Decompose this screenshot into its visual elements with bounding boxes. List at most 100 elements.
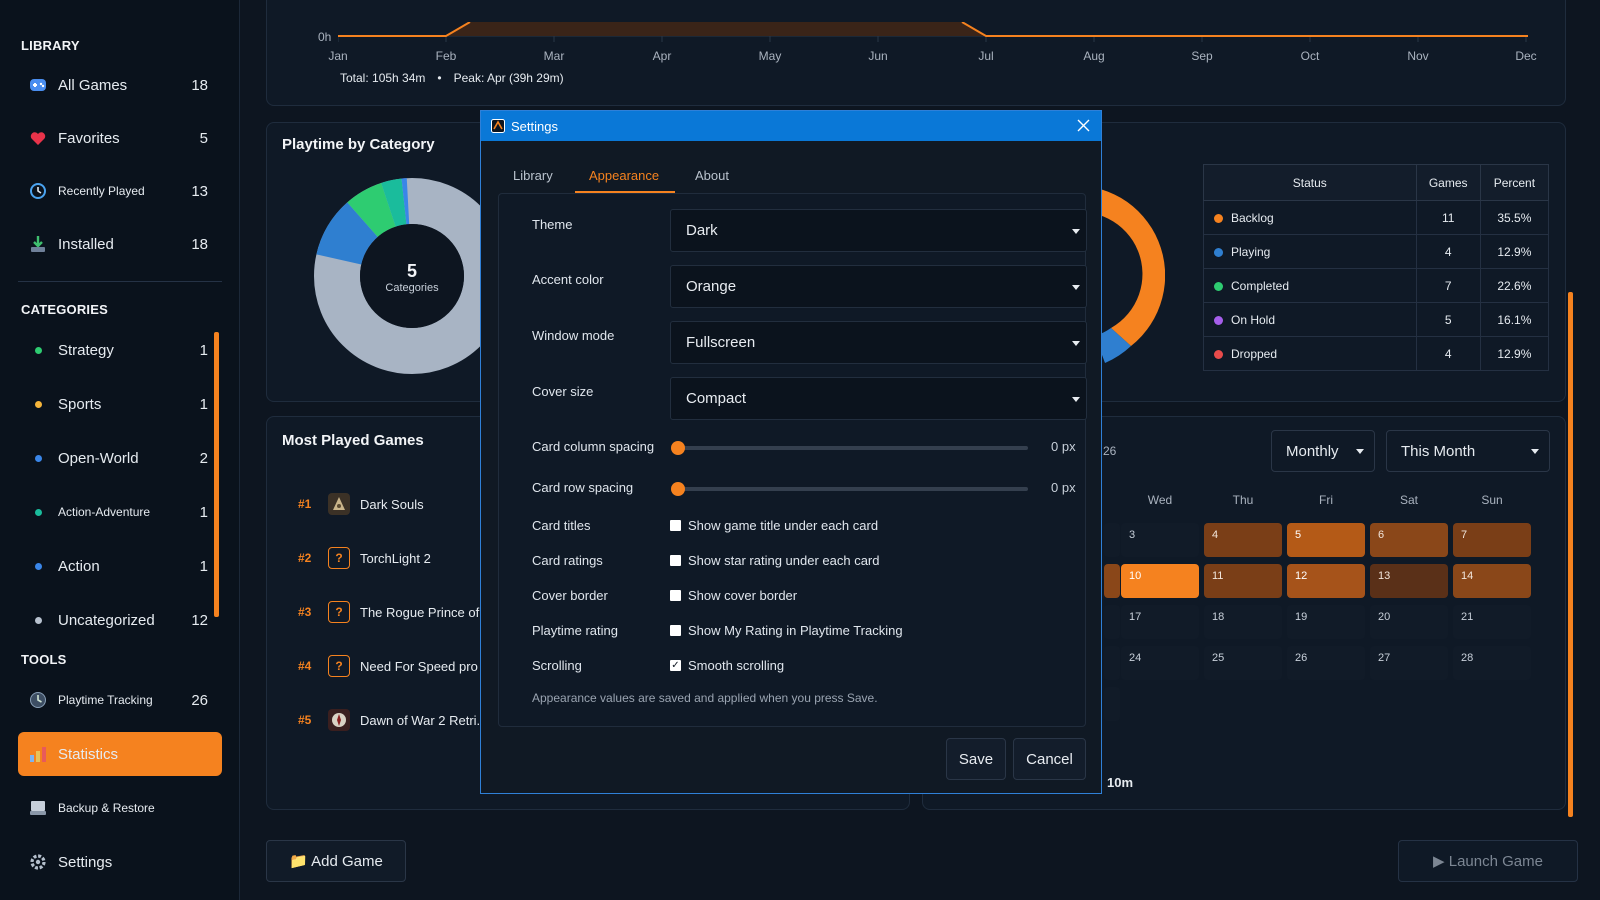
column-header[interactable]: Games <box>1415 164 1481 201</box>
sidebar-item-favorites[interactable]: Favorites 5 <box>18 117 222 159</box>
status-percent: 12.9% <box>1479 234 1550 269</box>
timeline-panel <box>266 0 1566 106</box>
close-icon[interactable] <box>1077 119 1090 132</box>
cover-size-select[interactable]: Compact <box>670 377 1087 420</box>
question-icon: ? <box>328 547 350 569</box>
game-name: The Rogue Prince of <box>360 604 480 620</box>
slider-handle[interactable] <box>671 441 685 455</box>
calendar-day[interactable]: 25 <box>1204 646 1282 680</box>
calendar-day[interactable]: 14 <box>1453 564 1531 598</box>
card-ratings-checkbox[interactable]: Show star rating under each card <box>670 553 880 568</box>
rank-label: #4 <box>298 659 312 673</box>
sidebar-item-action[interactable]: Action 1 <box>18 545 222 587</box>
dialog-titlebar[interactable]: Settings <box>481 111 1101 141</box>
sidebar-item-action-adventure[interactable]: Action-Adventure 1 <box>18 491 222 533</box>
calendar-day[interactable]: 11 <box>1204 564 1282 598</box>
list-item[interactable]: #1 Dark Souls <box>298 490 424 518</box>
timeline-line <box>338 22 1528 42</box>
checkbox-box[interactable]: ✓ <box>670 660 681 671</box>
sidebar-item-settings[interactable]: Settings <box>18 841 222 883</box>
sidebar-item-uncategorized[interactable]: Uncategorized 12 <box>18 599 222 641</box>
period-select[interactable]: Monthly <box>1271 430 1375 472</box>
sidebar-item-all-games[interactable]: All Games 18 <box>18 64 222 106</box>
playtime-rating-checkbox[interactable]: Show My Rating in Playtime Tracking <box>670 623 903 638</box>
calendar-day[interactable]: 28 <box>1453 646 1531 680</box>
calendar-footer-partial: 10m <box>1107 775 1134 790</box>
calendar-cell-partial <box>1104 605 1120 639</box>
status-name: On Hold <box>1231 312 1276 327</box>
sidebar-item-label: Sports <box>58 395 102 413</box>
sidebar-item-recently-played[interactable]: Recently Played 13 <box>18 170 222 212</box>
table-row[interactable]: Backlog 11 35.5% <box>1203 200 1550 235</box>
theme-select[interactable]: Dark <box>670 209 1087 252</box>
card-row-spacing-slider[interactable] <box>678 487 1028 491</box>
calendar-day[interactable]: 24 <box>1121 646 1199 680</box>
calendar-day[interactable]: 5 <box>1287 523 1365 557</box>
checkmark-icon: ✓ <box>671 659 680 671</box>
calendar-day[interactable]: 27 <box>1370 646 1448 680</box>
list-item[interactable]: #5 Dawn of War 2 Retri. <box>298 706 480 734</box>
dialog-title: Settings <box>511 118 558 134</box>
smooth-scrolling-checkbox[interactable]: ✓ Smooth scrolling <box>670 658 784 673</box>
list-item[interactable]: #4 ? Need For Speed pro <box>298 652 478 680</box>
sidebar-item-strategy[interactable]: Strategy 1 <box>18 329 222 371</box>
table-row[interactable]: Completed 7 22.6% <box>1203 268 1550 303</box>
column-header[interactable]: Status <box>1203 164 1417 201</box>
cancel-button[interactable]: Cancel <box>1013 738 1086 780</box>
calendar-day[interactable]: 7 <box>1453 523 1531 557</box>
calendar-day[interactable]: 12 <box>1287 564 1365 598</box>
checkbox-box[interactable] <box>670 555 681 566</box>
calendar-day[interactable]: 13 <box>1370 564 1448 598</box>
cover-border-checkbox[interactable]: Show cover border <box>670 588 797 603</box>
chevron-down-icon <box>1072 397 1080 402</box>
library-heading: LIBRARY <box>21 38 80 53</box>
card-column-spacing-slider[interactable] <box>678 446 1028 450</box>
table-row[interactable]: Playing 4 12.9% <box>1203 234 1550 269</box>
calendar-day[interactable]: 6 <box>1370 523 1448 557</box>
list-item[interactable]: #3 ? The Rogue Prince of <box>298 598 479 626</box>
list-item[interactable]: #2 ? TorchLight 2 <box>298 544 431 572</box>
calendar-day[interactable]: 17 <box>1121 605 1199 639</box>
sidebar-item-backup-restore[interactable]: Backup & Restore <box>18 787 222 829</box>
add-game-button[interactable]: 📁 Add Game <box>266 840 406 882</box>
column-header[interactable]: Percent <box>1479 164 1550 201</box>
calendar-day[interactable]: 10 <box>1121 564 1199 598</box>
calendar-day[interactable]: 3 <box>1121 523 1199 557</box>
history-icon <box>28 181 48 201</box>
tab-appearance[interactable]: Appearance <box>589 168 659 183</box>
save-button[interactable]: Save <box>946 738 1006 780</box>
calendar-day[interactable]: 21 <box>1453 605 1531 639</box>
sidebar-item-playtime-tracking[interactable]: Playtime Tracking 26 <box>18 679 222 721</box>
drive-icon <box>28 798 48 818</box>
launch-game-button[interactable]: ▶ Launch Game <box>1398 840 1578 882</box>
calendar-day[interactable]: 18 <box>1204 605 1282 639</box>
calendar-day[interactable]: 19 <box>1287 605 1365 639</box>
categories-heading: CATEGORIES <box>21 302 108 317</box>
table-row[interactable]: On Hold 5 16.1% <box>1203 302 1550 337</box>
calendar-day[interactable]: 20 <box>1370 605 1448 639</box>
tab-about[interactable]: About <box>695 168 729 183</box>
sidebar-item-open-world[interactable]: Open-World 2 <box>18 437 222 479</box>
status-games: 4 <box>1415 336 1481 371</box>
sidebar-item-label: Favorites <box>58 129 120 147</box>
checkbox-box[interactable] <box>670 590 681 601</box>
month-label: Mar <box>543 49 565 63</box>
status-dot-icon <box>1214 213 1223 223</box>
sidebar-item-installed[interactable]: Installed 18 <box>18 223 222 265</box>
tab-library[interactable]: Library <box>513 168 553 183</box>
accent-color-select[interactable]: Orange <box>670 265 1087 308</box>
sidebar-item-sports[interactable]: Sports 1 <box>18 383 222 425</box>
table-row[interactable]: Dropped 4 12.9% <box>1203 336 1550 371</box>
page-scrollbar[interactable] <box>1568 292 1573 817</box>
sidebar-item-statistics[interactable]: Statistics <box>18 732 222 776</box>
month-label: Apr <box>652 49 672 63</box>
checkbox-box[interactable] <box>670 520 681 531</box>
checkbox-box[interactable] <box>670 625 681 636</box>
slider-handle[interactable] <box>671 482 685 496</box>
calendar-day[interactable]: 26 <box>1287 646 1365 680</box>
range-select[interactable]: This Month <box>1386 430 1550 472</box>
calendar-day[interactable]: 4 <box>1204 523 1282 557</box>
window-mode-select[interactable]: Fullscreen <box>670 321 1087 364</box>
categories-scrollbar[interactable] <box>214 332 219 617</box>
card-titles-checkbox[interactable]: Show game title under each card <box>670 518 878 533</box>
